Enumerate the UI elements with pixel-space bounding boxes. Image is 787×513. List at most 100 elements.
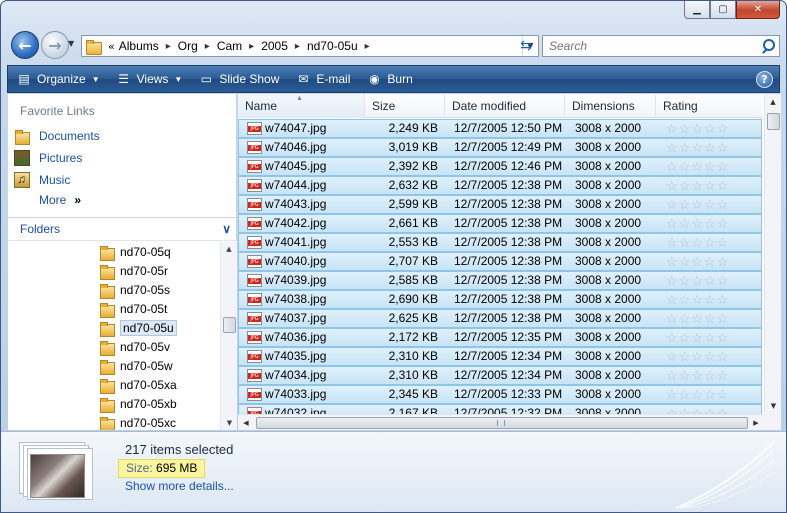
show-more-details-link[interactable]: Show more details... (125, 479, 234, 493)
folders-header[interactable]: Folders ∨ (8, 217, 237, 241)
scrollbar-thumb[interactable] (256, 417, 748, 429)
breadcrumb-separator-icon[interactable]: ▸ (246, 41, 257, 52)
column-header-rating[interactable]: Rating (656, 94, 762, 118)
tree-item[interactable]: nd70-05xc (8, 413, 220, 430)
column-header-date-modified[interactable]: Date modified (445, 94, 565, 118)
rating-stars[interactable]: ☆☆☆☆☆ (657, 120, 757, 137)
refresh-button[interactable]: ⇆ (515, 35, 537, 57)
jpg-file-icon (247, 160, 262, 173)
folder-icon (99, 320, 115, 337)
favorite-link-music[interactable]: Music (14, 170, 70, 190)
tree-item[interactable]: nd70-05xb (8, 394, 220, 413)
tree-item-selected[interactable]: nd70-05u (8, 318, 220, 337)
rating-stars[interactable]: ☆☆☆☆☆ (657, 177, 757, 194)
tree-item-label: nd70-05q (120, 244, 171, 259)
rating-stars[interactable]: ☆☆☆☆☆ (657, 158, 757, 175)
more-links-button[interactable]: More » (39, 193, 81, 207)
tree-item[interactable]: nd70-05t (8, 299, 220, 318)
file-row[interactable]: w74042.jpg 2,661 KB 12/7/2005 12:38 PM 3008… (238, 214, 762, 233)
file-row[interactable]: w74044.jpg 2,632 KB 12/7/2005 12:38 PM 3008… (238, 176, 762, 195)
slideshow-button[interactable]: ▭ Slide Show (190, 67, 287, 91)
file-row[interactable]: w74040.jpg 2,707 KB 12/7/2005 12:38 PM 3008… (238, 252, 762, 271)
rating-stars[interactable]: ☆☆☆☆☆ (657, 234, 757, 251)
rating-stars[interactable]: ☆☆☆☆☆ (657, 405, 757, 414)
rating-stars[interactable]: ☆☆☆☆☆ (657, 291, 757, 308)
scroll-up-icon[interactable]: ▲ (765, 94, 781, 110)
breadcrumb-albums[interactable]: Albums (115, 39, 163, 53)
scroll-right-icon[interactable]: ▶ (748, 415, 764, 431)
folder-tree-scrollbar[interactable]: ▲ ▼ (220, 242, 237, 430)
search-box (542, 35, 780, 57)
rating-stars[interactable]: ☆☆☆☆☆ (657, 215, 757, 232)
breadcrumb-overflow[interactable]: « (108, 40, 115, 53)
scroll-left-icon[interactable]: ◀ (238, 415, 254, 431)
file-row[interactable]: w74038.jpg 2,690 KB 12/7/2005 12:38 PM 3008… (238, 290, 762, 309)
favorite-link-pictures[interactable]: Pictures (14, 148, 82, 168)
breadcrumb-separator-icon[interactable]: ▸ (163, 41, 174, 52)
column-header-name[interactable]: ▲ Name (238, 94, 365, 118)
file-row[interactable]: w74037.jpg 2,625 KB 12/7/2005 12:38 PM 3008… (238, 309, 762, 328)
rating-stars[interactable]: ☆☆☆☆☆ (657, 367, 757, 384)
address-bar[interactable]: « Albums ▸ Org ▸ Cam ▸ 2005 ▸ nd70-05u ▸… (81, 35, 539, 57)
breadcrumb-separator-icon[interactable]: ▸ (292, 41, 303, 52)
rating-stars[interactable]: ☆☆☆☆☆ (657, 272, 757, 289)
file-row[interactable]: w74041.jpg 2,553 KB 12/7/2005 12:38 PM 3008… (238, 233, 762, 252)
organize-button[interactable]: ▤ Organize ▼ (8, 67, 108, 91)
file-row[interactable]: w74045.jpg 2,392 KB 12/7/2005 12:46 PM 3008… (238, 157, 762, 176)
rating-stars[interactable]: ☆☆☆☆☆ (657, 310, 757, 327)
file-list-vertical-scrollbar[interactable]: ▲ ▼ (764, 94, 781, 414)
file-dimensions: 3008 x 2000 (575, 178, 642, 192)
breadcrumb-org[interactable]: Org (174, 39, 202, 53)
rating-stars[interactable]: ☆☆☆☆☆ (657, 329, 757, 346)
rating-stars[interactable]: ☆☆☆☆☆ (657, 139, 757, 156)
burn-button[interactable]: ◉ Burn (358, 67, 420, 91)
details-pane: 217 items selected Size: 695 MB Show mor… (1, 431, 786, 512)
breadcrumb-separator-icon[interactable]: ▸ (202, 41, 213, 52)
file-row[interactable]: w74033.jpg 2,345 KB 12/7/2005 12:33 PM 3008… (238, 385, 762, 404)
tree-item[interactable]: nd70-05v (8, 337, 220, 356)
rating-stars[interactable]: ☆☆☆☆☆ (657, 253, 757, 270)
file-row[interactable]: w74036.jpg 2,172 KB 12/7/2005 12:35 PM 3008… (238, 328, 762, 347)
tree-item[interactable]: nd70-05s (8, 280, 220, 299)
file-date: 12/7/2005 12:49 PM (454, 140, 563, 154)
file-row[interactable]: w74047.jpg 2,249 KB 12/7/2005 12:50 PM 3008… (238, 119, 762, 138)
scrollbar-thumb[interactable] (223, 317, 236, 333)
breadcrumb-separator-icon[interactable]: ▸ (362, 41, 373, 52)
tree-item[interactable]: nd70-05r (8, 261, 220, 280)
close-button[interactable]: ✕ (736, 1, 780, 19)
views-button[interactable]: ☰ Views ▼ (108, 67, 191, 91)
file-row[interactable]: w74032.jpg 2,167 KB 12/7/2005 12:32 PM 3008… (238, 404, 762, 414)
minimize-button[interactable]: ▁ (684, 1, 710, 19)
search-input[interactable] (543, 39, 743, 53)
tree-item[interactable]: nd70-05q (8, 242, 220, 261)
scroll-down-icon[interactable]: ▼ (221, 416, 238, 430)
scroll-down-icon[interactable]: ▼ (765, 398, 782, 414)
search-icon[interactable] (761, 39, 775, 53)
file-row[interactable]: w74035.jpg 2,310 KB 12/7/2005 12:34 PM 3008… (238, 347, 762, 366)
favorite-link-documents[interactable]: Documents (14, 126, 100, 146)
column-header-size[interactable]: Size (365, 94, 445, 118)
rating-stars[interactable]: ☆☆☆☆☆ (657, 386, 757, 403)
scrollbar-thumb[interactable] (767, 113, 780, 130)
file-row[interactable]: w74039.jpg 2,585 KB 12/7/2005 12:38 PM 3008… (238, 271, 762, 290)
file-row[interactable]: w74034.jpg 2,310 KB 12/7/2005 12:34 PM 3008… (238, 366, 762, 385)
breadcrumb-cam[interactable]: Cam (213, 39, 246, 53)
rating-stars[interactable]: ☆☆☆☆☆ (657, 348, 757, 365)
maximize-button[interactable]: ▢ (710, 1, 736, 19)
file-list-horizontal-scrollbar[interactable]: ◀ ▶ (238, 414, 764, 430)
forward-button[interactable]: → (41, 31, 69, 59)
chevron-down-icon: ▼ (91, 74, 100, 84)
scroll-up-icon[interactable]: ▲ (221, 242, 237, 256)
tree-item[interactable]: nd70-05xa (8, 375, 220, 394)
recent-pages-dropdown[interactable]: ▼ (68, 39, 74, 48)
tree-item[interactable]: nd70-05w (8, 356, 220, 375)
breadcrumb-2005[interactable]: 2005 (257, 39, 292, 53)
file-row[interactable]: w74046.jpg 3,019 KB 12/7/2005 12:49 PM 3008… (238, 138, 762, 157)
back-button[interactable]: ← (11, 31, 39, 59)
file-date: 12/7/2005 12:34 PM (454, 368, 563, 382)
column-header-dimensions[interactable]: Dimensions (565, 94, 656, 118)
breadcrumb-current[interactable]: nd70-05u (303, 39, 362, 53)
file-row[interactable]: w74043.jpg 2,599 KB 12/7/2005 12:38 PM 3008… (238, 195, 762, 214)
rating-stars[interactable]: ☆☆☆☆☆ (657, 196, 757, 213)
help-button[interactable]: ? (756, 70, 773, 88)
